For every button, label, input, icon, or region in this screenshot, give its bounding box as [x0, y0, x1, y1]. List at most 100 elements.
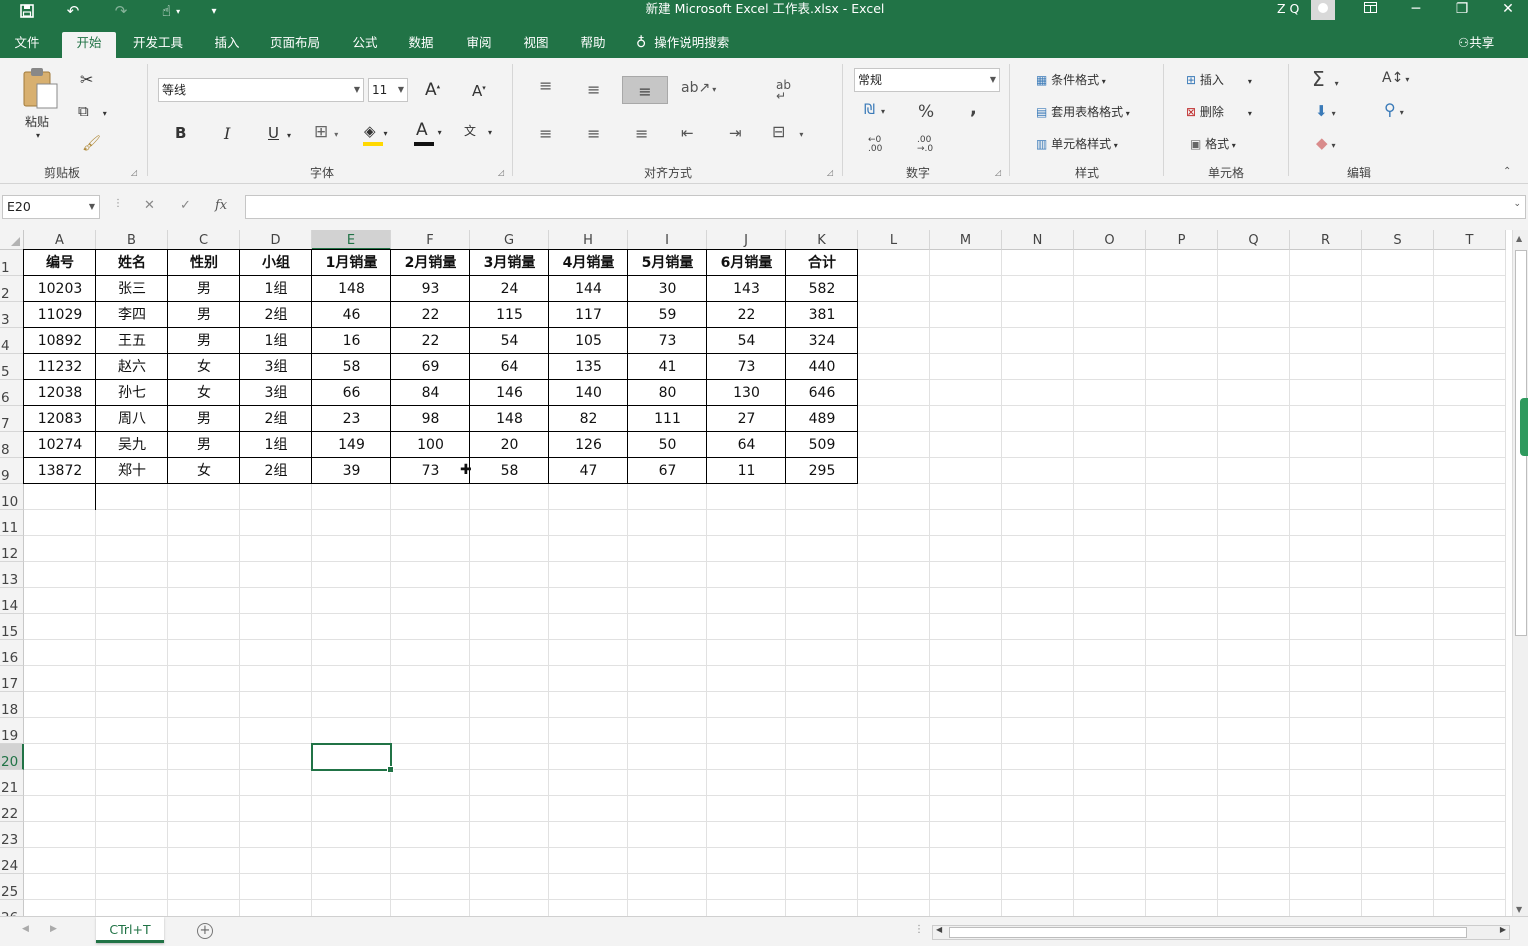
column-header-h[interactable]: H — [549, 230, 628, 250]
phonetic-guide-icon[interactable]: 文 ▾ — [464, 122, 492, 139]
column-header-p[interactable]: P — [1146, 230, 1218, 250]
column-header-j[interactable]: J — [707, 230, 786, 250]
expand-formula-icon[interactable]: ⌄ — [1513, 199, 1521, 209]
customize-toolbar-icon[interactable]: ▾ — [204, 0, 224, 22]
row-header-9[interactable]: 9 — [0, 458, 24, 484]
column-header-q[interactable]: Q — [1218, 230, 1290, 250]
fill-icon[interactable]: ⬇ ▾ — [1315, 102, 1336, 120]
decrease-font-icon[interactable]: A▾ — [472, 82, 486, 100]
tab-developer[interactable]: 开发工具 — [124, 32, 192, 58]
column-header-s[interactable]: S — [1362, 230, 1434, 250]
scroll-left-icon[interactable]: ◀ — [936, 925, 942, 934]
increase-decimal-icon[interactable]: ←0.00 — [868, 136, 882, 154]
row-header-14[interactable]: 14 — [0, 588, 24, 614]
increase-indent-icon[interactable]: ⇥ — [729, 124, 742, 142]
column-header-g[interactable]: G — [470, 230, 549, 250]
minimize-icon[interactable]: ─ — [1393, 0, 1439, 20]
orientation-icon[interactable]: ab↗ ▾ — [681, 80, 716, 96]
row-header-24[interactable]: 24 — [0, 848, 24, 874]
scroll-down-icon[interactable]: ▼ — [1516, 905, 1522, 914]
save-icon[interactable] — [14, 0, 40, 22]
align-center-icon[interactable]: ≡ — [587, 124, 600, 143]
touch-mode-icon[interactable]: ☝ ▾ — [152, 0, 190, 22]
tab-formulas[interactable]: 公式 — [342, 32, 388, 58]
avatar[interactable] — [1311, 0, 1335, 20]
conditional-format-button[interactable]: ▦ 条件格式 ▾ — [1036, 71, 1106, 88]
name-box[interactable]: E20 ▼ — [2, 195, 100, 219]
vertical-scrollbar[interactable]: ▲ ▼ — [1512, 230, 1528, 916]
borders-icon[interactable]: ⊞ ▾ — [314, 122, 338, 142]
paste-dropdown-icon[interactable]: ▾ — [36, 131, 40, 140]
font-name-combo[interactable]: 等线 ▼ — [158, 78, 364, 102]
undo-icon[interactable]: ↶ — [60, 0, 86, 22]
horizontal-scroll-thumb[interactable] — [949, 927, 1467, 938]
user-name[interactable]: Z Q — [1277, 1, 1299, 16]
redo-icon[interactable]: ↷ — [108, 0, 134, 22]
align-middle-icon[interactable]: ≡ — [587, 80, 600, 99]
percent-icon[interactable]: % — [918, 102, 934, 122]
row-header-8[interactable]: 8 — [0, 432, 24, 458]
column-header-c[interactable]: C — [168, 230, 240, 250]
format-painter-icon[interactable]: 🖌 — [82, 134, 101, 152]
align-top-icon[interactable]: ≡ — [539, 76, 552, 95]
column-header-f[interactable]: F — [391, 230, 470, 250]
format-as-table-button[interactable]: ▤ 套用表格格式 ▾ — [1036, 103, 1130, 120]
enter-icon[interactable]: ✓ — [180, 198, 191, 213]
column-header-t[interactable]: T — [1434, 230, 1506, 250]
paste-button[interactable] — [20, 66, 60, 114]
row-header-25[interactable]: 25 — [0, 874, 24, 900]
tab-view[interactable]: 视图 — [513, 32, 559, 58]
select-all-corner[interactable] — [0, 230, 24, 250]
align-right-icon[interactable]: ≡ — [635, 124, 648, 143]
close-icon[interactable]: ✕ — [1485, 0, 1528, 20]
row-header-16[interactable]: 16 — [0, 640, 24, 666]
row-header-21[interactable]: 21 — [0, 770, 24, 796]
row-header-15[interactable]: 15 — [0, 614, 24, 640]
add-sheet-icon[interactable]: + — [197, 923, 213, 939]
scroll-right-icon[interactable]: ▶ — [1500, 925, 1506, 934]
formula-input[interactable]: ⌄ — [245, 195, 1526, 219]
row-header-4[interactable]: 4 — [0, 328, 24, 354]
more-options-icon[interactable]: ⋮ — [113, 198, 123, 209]
row-header-2[interactable]: 2 — [0, 276, 24, 302]
tab-home[interactable]: 开始 — [62, 32, 116, 58]
row-header-1[interactable]: 1 — [0, 250, 24, 276]
row-header-13[interactable]: 13 — [0, 562, 24, 588]
row-header-3[interactable]: 3 — [0, 302, 24, 328]
tab-file[interactable]: 文件 — [2, 32, 52, 58]
active-cell[interactable] — [311, 743, 394, 773]
tell-me-search[interactable]: ♁ 操作说明搜索 — [636, 32, 729, 54]
underline-icon[interactable]: U ▾ — [268, 124, 291, 142]
clipboard-launcher-icon[interactable]: ◿ — [131, 168, 137, 177]
cut-icon[interactable]: ✂ — [80, 70, 93, 89]
bold-icon[interactable]: B — [175, 124, 186, 142]
column-header-r[interactable]: R — [1290, 230, 1362, 250]
row-header-12[interactable]: 12 — [0, 536, 24, 562]
clear-icon[interactable]: ◆ ▾ — [1316, 134, 1336, 152]
next-sheet-icon[interactable]: ▶ — [50, 924, 57, 934]
cell-styles-button[interactable]: ▥ 单元格样式 ▾ — [1036, 135, 1118, 152]
number-launcher-icon[interactable]: ◿ — [995, 168, 1001, 177]
alignment-launcher-icon[interactable]: ◿ — [827, 168, 833, 177]
tab-page-layout[interactable]: 页面布局 — [262, 32, 328, 58]
row-header-18[interactable]: 18 — [0, 692, 24, 718]
column-header-k[interactable]: K — [786, 230, 858, 250]
column-header-m[interactable]: M — [930, 230, 1002, 250]
column-header-l[interactable]: L — [858, 230, 930, 250]
row-header-22[interactable]: 22 — [0, 796, 24, 822]
copy-icon[interactable]: ⧉ ▾ — [78, 102, 107, 120]
tab-split-handle-icon[interactable]: ⋮ — [914, 924, 924, 935]
sort-filter-icon[interactable]: A↕ ▾ — [1382, 70, 1409, 86]
ribbon-display-icon[interactable] — [1347, 0, 1393, 20]
cancel-icon[interactable]: ✕ — [144, 198, 155, 213]
font-launcher-icon[interactable]: ◿ — [498, 168, 504, 177]
autosum-icon[interactable]: Σ ▾ — [1312, 67, 1339, 91]
row-header-10[interactable]: 10 — [0, 484, 24, 510]
row-header-7[interactable]: 7 — [0, 406, 24, 432]
insert-function-icon[interactable]: fx — [215, 198, 227, 213]
sheet-tab[interactable]: CTrl+T — [96, 917, 164, 943]
row-header-17[interactable]: 17 — [0, 666, 24, 692]
column-header-o[interactable]: O — [1074, 230, 1146, 250]
number-format-combo[interactable]: 常规 ▼ — [854, 68, 1000, 92]
tab-insert[interactable]: 插入 — [204, 32, 250, 58]
